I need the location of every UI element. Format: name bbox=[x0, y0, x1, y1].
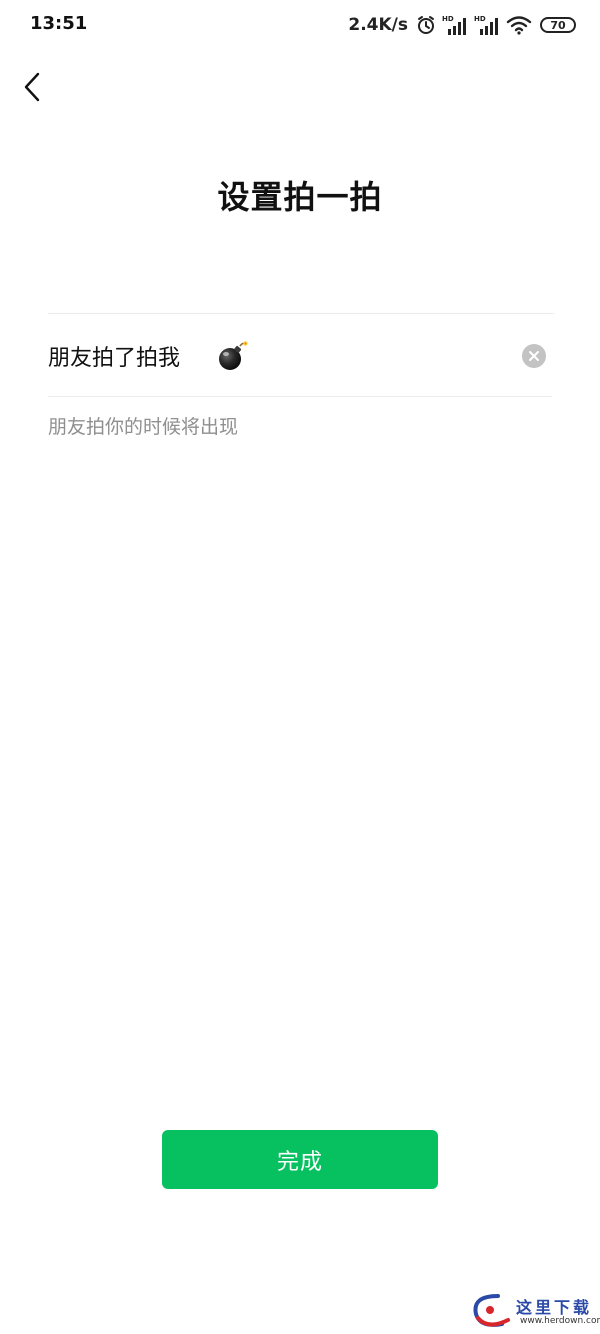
clear-button[interactable] bbox=[522, 344, 546, 368]
watermark-logo-icon bbox=[468, 1290, 514, 1330]
pat-prefix-text: 朋友拍了拍我 bbox=[48, 346, 181, 371]
network-speed: 2.4K/s bbox=[348, 15, 408, 35]
clear-icon bbox=[528, 350, 540, 362]
page-title: 设置拍一拍 bbox=[217, 178, 383, 216]
divider bbox=[48, 396, 552, 397]
divider bbox=[48, 313, 554, 314]
battery-icon: 70 bbox=[540, 17, 576, 33]
hd-signal-icon: HD bbox=[474, 14, 500, 36]
hd-signal-icon: HD bbox=[442, 14, 468, 36]
watermark-url: www.herdown.com bbox=[520, 1316, 600, 1326]
back-button[interactable] bbox=[14, 68, 50, 110]
alarm-icon bbox=[416, 15, 436, 35]
watermark-text: 这里下载 bbox=[516, 1298, 593, 1317]
done-button[interactable]: 完成 bbox=[162, 1130, 438, 1189]
chevron-left-icon bbox=[22, 71, 42, 107]
watermark: 这里下载 www.herdown.com bbox=[466, 1290, 600, 1332]
pat-text-input[interactable]: 朋友拍了拍我 bbox=[48, 330, 552, 382]
bomb-icon bbox=[216, 339, 250, 373]
status-time: 13:51 bbox=[30, 13, 88, 34]
svg-text:HD: HD bbox=[442, 15, 454, 23]
svg-text:HD: HD bbox=[474, 15, 486, 23]
status-icons: 2.4K/s HD HD 70 bbox=[348, 12, 576, 38]
status-bar: 13:51 2.4K/s HD HD 70 bbox=[0, 0, 600, 50]
hint-text: 朋友拍你的时候将出现 bbox=[48, 416, 239, 438]
wifi-icon bbox=[506, 15, 532, 35]
